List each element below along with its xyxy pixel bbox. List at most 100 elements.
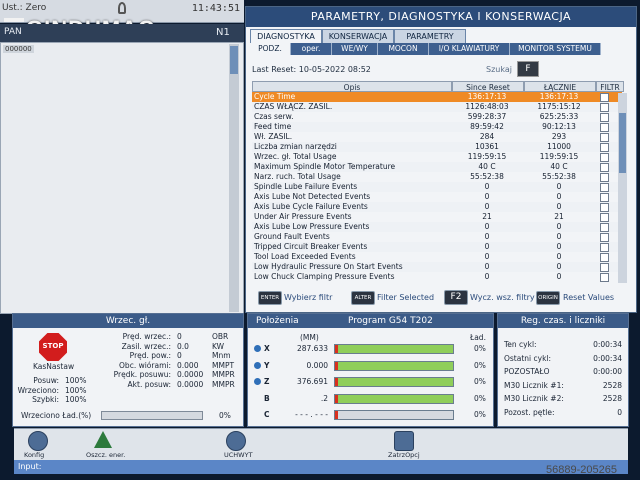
- table-scrollbar[interactable]: [618, 93, 627, 283]
- table-row[interactable]: Maximum Spindle Motor Temperature 40 C 40 …: [252, 162, 622, 172]
- filter-checkbox[interactable]: [600, 243, 609, 252]
- row-since-reset: 21: [482, 212, 492, 221]
- subtab-mocon[interactable]: MOCON: [378, 43, 429, 55]
- table-row[interactable]: CZAS WŁĄCZ. ZASIL. 1126:48:03 1175:15:12: [252, 102, 622, 112]
- program-editor[interactable]: 000000: [0, 42, 244, 314]
- row-total: 0: [556, 222, 562, 231]
- energy-save-label: Oszcz. ener.: [86, 451, 126, 459]
- lock-icon: [118, 2, 126, 14]
- filter-checkbox[interactable]: [600, 183, 609, 192]
- row-description: Under Air Pressure Events: [254, 212, 352, 221]
- position-header: Położenia Program G54 T202: [248, 314, 493, 328]
- tab-konserwacja[interactable]: KONSERWACJA: [322, 29, 394, 44]
- override-label: Posuw:: [33, 376, 59, 385]
- filter-checkbox[interactable]: [600, 273, 609, 282]
- table-row[interactable]: Liczba zmian narzędzi 10361 11000: [252, 142, 622, 152]
- table-row[interactable]: Low Hydraulic Pressure On Start Events 0 0: [252, 262, 622, 272]
- row-description: Wrzec. gł. Total Usage: [254, 152, 337, 161]
- row-since-reset: 0: [484, 232, 490, 241]
- config-icon[interactable]: [28, 431, 48, 451]
- filter-checkbox[interactable]: [600, 143, 609, 152]
- subtab-oper[interactable]: oper.: [291, 43, 332, 55]
- tab-parametry[interactable]: PARAMETRY: [394, 29, 466, 44]
- subtab-monitor-systemu[interactable]: MONITOR SYSTEMU: [510, 43, 601, 55]
- filter-checkbox[interactable]: [600, 263, 609, 272]
- row-since-reset: 89:59:42: [470, 122, 504, 131]
- filter-checkbox[interactable]: [600, 153, 609, 162]
- column-header-opis[interactable]: Opis: [252, 81, 452, 92]
- table-row[interactable]: Axis Lube Cycle Failure Events 0 0: [252, 202, 622, 212]
- subtab-we-wy[interactable]: WE/WY: [332, 43, 378, 55]
- axis-position: - - - . - - -: [295, 410, 328, 419]
- filter-checkbox[interactable]: [600, 93, 609, 102]
- axis-load-value: 0%: [474, 360, 486, 370]
- filter-checkbox[interactable]: [600, 163, 609, 172]
- axis-load-bar: [334, 393, 454, 404]
- search-key-button[interactable]: F: [517, 61, 539, 77]
- table-row[interactable]: Wrzec. gł. Total Usage 119:59:15 119:59:15: [252, 152, 622, 162]
- filter-checkbox[interactable]: [600, 173, 609, 182]
- spindle-param-unit: OBR: [212, 332, 229, 341]
- filter-checkbox[interactable]: [600, 103, 609, 112]
- axis-name: Y: [264, 360, 270, 370]
- table-row[interactable]: Low Chuck Clamping Pressure Events 0 0: [252, 272, 622, 282]
- column-header-since-reset[interactable]: Since Reset: [452, 81, 524, 92]
- table-row[interactable]: Feed time 89:59:42 90:12:13: [252, 122, 622, 132]
- chuck-icon[interactable]: [226, 431, 246, 451]
- subtab-podz[interactable]: PODZ.: [250, 43, 291, 55]
- filter-checkbox[interactable]: [600, 213, 609, 222]
- filter-checkbox[interactable]: [600, 193, 609, 202]
- table-row[interactable]: Ground Fault Events 0 0: [252, 232, 622, 242]
- column-header-total[interactable]: ŁĄCZNIE: [524, 81, 596, 92]
- filter-checkbox[interactable]: [600, 233, 609, 242]
- scrollbar-thumb[interactable]: [230, 46, 238, 74]
- row-description: Narz. ruch. Total Usage: [254, 172, 341, 181]
- table-row[interactable]: Cycle Time 136:17:13 136:17:13: [252, 92, 622, 102]
- filter-checkbox[interactable]: [600, 253, 609, 262]
- tab-diagnostyka[interactable]: DIAGNOSTYKA: [250, 29, 322, 44]
- scrollbar-thumb[interactable]: [619, 113, 626, 173]
- chuck-label: UCHWYT: [224, 451, 253, 459]
- filter-checkbox[interactable]: [600, 203, 609, 212]
- filter-checkbox[interactable]: [600, 133, 609, 142]
- axis-indicator-icon: [254, 361, 261, 369]
- enter-key[interactable]: ENTER: [258, 291, 282, 305]
- axis-load-value: 0%: [474, 410, 486, 419]
- axis-load-value: 0%: [474, 393, 486, 403]
- table-row[interactable]: Under Air Pressure Events 21 21: [252, 212, 622, 222]
- table-row[interactable]: Spindle Lube Failure Events 0 0: [252, 182, 622, 192]
- filter-checkbox[interactable]: [600, 223, 609, 232]
- alter-key[interactable]: ALTER: [351, 291, 375, 305]
- row-since-reset: 0: [484, 252, 490, 261]
- row-since-reset: 0: [484, 192, 490, 201]
- table-row[interactable]: Narz. ruch. Total Usage 55:52:38 55:52:38: [252, 172, 622, 182]
- row-total: 21: [554, 212, 564, 221]
- filter-checkbox[interactable]: [600, 123, 609, 132]
- row-description: Wł. ZASIL.: [254, 132, 293, 141]
- axis-load-marker: [335, 361, 338, 370]
- row-since-reset: 0: [484, 202, 490, 211]
- origin-key[interactable]: ORIGIN: [536, 291, 560, 305]
- input-label: Input:: [18, 462, 42, 471]
- table-row[interactable]: Wł. ZASIL. 284 293: [252, 132, 622, 142]
- axis-load-bar: [334, 360, 454, 371]
- column-header-filtr[interactable]: FILTR: [596, 81, 624, 92]
- row-total: 293: [551, 132, 567, 141]
- table-row[interactable]: Tripped Circuit Breaker Events 0 0: [252, 242, 622, 252]
- table-row[interactable]: Axis Lube Not Detected Events 0 0: [252, 192, 622, 202]
- eco-tree-icon[interactable]: [94, 431, 112, 448]
- table-row[interactable]: Tool Load Exceeded Events 0 0: [252, 252, 622, 262]
- axis-indicator-icon: [254, 345, 261, 352]
- editor-scrollbar[interactable]: [229, 44, 239, 312]
- row-total: 0: [556, 272, 562, 281]
- row-since-reset: 40 C: [478, 162, 496, 171]
- filter-checkbox[interactable]: [600, 113, 609, 122]
- row-total: 0: [556, 202, 562, 211]
- table-row[interactable]: Axis Lube Low Pressure Events 0 0: [252, 222, 622, 232]
- subtab-io-klawiatury[interactable]: I/O KLAWIATURY: [429, 43, 510, 55]
- table-row[interactable]: Czas serw. 599:28:37 625:25:33: [252, 112, 622, 122]
- f2-key[interactable]: F2: [444, 290, 468, 305]
- input-line[interactable]: Input:: [14, 460, 628, 474]
- optional-stop-icon[interactable]: [394, 431, 414, 451]
- row-description: Tripped Circuit Breaker Events: [254, 242, 368, 251]
